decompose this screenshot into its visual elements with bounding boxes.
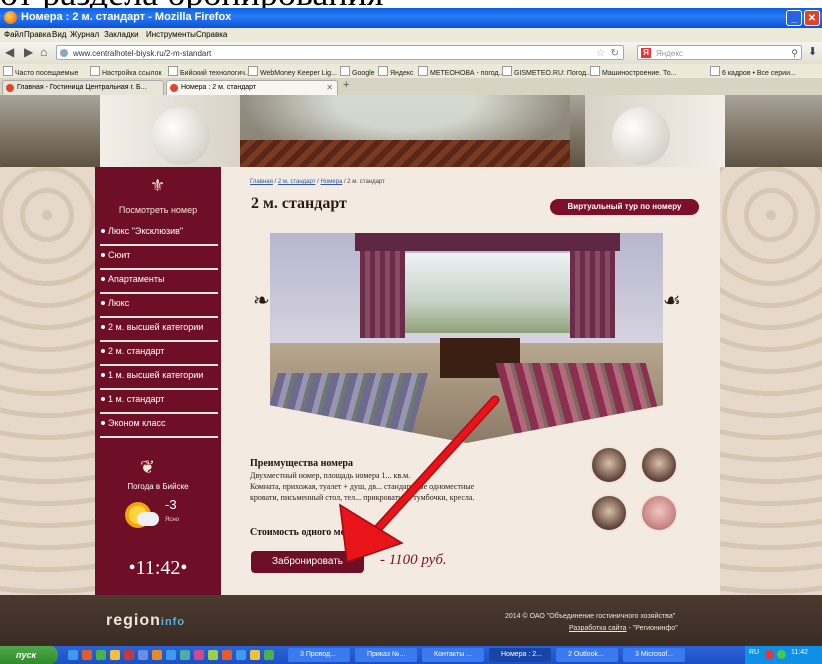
bookmark-item[interactable]: Google bbox=[340, 66, 375, 77]
taskbar: пуск 3 Провод... Приказ №... Контакты ..… bbox=[0, 646, 822, 664]
folder-icon bbox=[590, 66, 600, 76]
menu-history[interactable]: Журнал bbox=[70, 30, 99, 39]
menu-bar: Файл Правка Вид Журнал Закладки Инструме… bbox=[0, 28, 822, 42]
quicklaunch-icon[interactable] bbox=[236, 650, 246, 660]
bookmark-item[interactable]: 6 кадров • Все серии... bbox=[710, 66, 796, 77]
start-button[interactable]: пуск bbox=[0, 646, 58, 664]
address-bar[interactable]: www.centralhotel-biysk.ru/2-m-standart ☆… bbox=[56, 45, 624, 60]
quicklaunch-icon[interactable] bbox=[124, 650, 134, 660]
folder-icon bbox=[90, 66, 100, 76]
firefox-icon bbox=[4, 11, 17, 24]
quicklaunch-icon[interactable] bbox=[194, 650, 204, 660]
menu-edit[interactable]: Правка bbox=[24, 30, 51, 39]
web-page: ⚜ Посмотреть номер Люкс "Эксклюзив" Сюит… bbox=[0, 95, 822, 646]
taskbar-button[interactable]: Номера : 2... bbox=[489, 648, 551, 662]
page-icon bbox=[248, 66, 258, 76]
folder-icon bbox=[710, 66, 720, 76]
window-title: Номера : 2 м. стандарт - Mozilla Firefox bbox=[21, 11, 232, 23]
tray-icon[interactable] bbox=[765, 650, 774, 659]
yandex-icon: Я bbox=[641, 48, 651, 58]
developer-credit: Разработка сайта - "Регионинфо" bbox=[569, 625, 678, 632]
quicklaunch-icon[interactable] bbox=[68, 650, 78, 660]
menu-tools[interactable]: Инструменты bbox=[146, 30, 196, 39]
page-icon bbox=[502, 66, 512, 76]
page-icon bbox=[418, 66, 428, 76]
bookmarks-toolbar: Часто посещаемые Настройка ссылок Бийски… bbox=[0, 64, 822, 78]
quicklaunch-icon[interactable] bbox=[264, 650, 274, 660]
quicklaunch-icon[interactable] bbox=[250, 650, 260, 660]
bookmark-item[interactable]: МЕТЕОНОВА - погод... bbox=[418, 66, 504, 77]
taskbar-button[interactable]: 3 Microsof... bbox=[623, 648, 685, 662]
bookmark-item[interactable]: Настройка ссылок bbox=[90, 66, 162, 77]
copyright: 2014 © ОАО "Объединение гостиничного хоз… bbox=[505, 613, 676, 620]
bookmark-item[interactable]: WebMoney Keeper Lig... bbox=[248, 66, 337, 77]
new-tab-icon[interactable]: + bbox=[343, 79, 349, 91]
red-arrow-annotation bbox=[339, 395, 500, 564]
bookmark-item[interactable]: Часто посещаемые bbox=[3, 66, 78, 77]
site-footer: regioninfo 2014 © ОАО "Объединение гости… bbox=[0, 595, 822, 646]
menu-view[interactable]: Вид bbox=[52, 30, 66, 39]
menu-bookmarks[interactable]: Закладки bbox=[104, 30, 139, 39]
bookmark-item[interactable]: Яндекс bbox=[378, 66, 414, 77]
page-icon bbox=[168, 66, 178, 76]
developer-link[interactable]: Разработка сайта bbox=[569, 625, 627, 632]
back-icon[interactable]: ◀ bbox=[5, 45, 14, 59]
window-title-bar[interactable]: Номера : 2 м. стандарт - Mozilla Firefox… bbox=[0, 8, 822, 28]
quicklaunch-icon[interactable] bbox=[152, 650, 162, 660]
navigation-toolbar: ◀ ▶ ⌂ www.centralhotel-biysk.ru/2-m-stan… bbox=[0, 42, 822, 65]
quicklaunch-icon[interactable] bbox=[138, 650, 148, 660]
language-indicator[interactable]: RU bbox=[749, 649, 759, 656]
quicklaunch-icon[interactable] bbox=[110, 650, 120, 660]
tab-main[interactable]: Главная - Гостиница Центральная г. Б... bbox=[2, 80, 164, 95]
yandex-icon bbox=[378, 66, 388, 76]
quicklaunch-icon[interactable] bbox=[208, 650, 218, 660]
search-icon[interactable]: ⚲ bbox=[791, 46, 798, 61]
reload-icon[interactable]: ↻ bbox=[611, 46, 619, 61]
google-icon bbox=[340, 66, 350, 76]
quicklaunch-icon[interactable] bbox=[166, 650, 176, 660]
taskbar-button[interactable]: 3 Провод... bbox=[288, 648, 350, 662]
tab-close-icon[interactable]: ✕ bbox=[326, 81, 333, 95]
quicklaunch-icon[interactable] bbox=[96, 650, 106, 660]
regioninfo-logo[interactable]: regioninfo bbox=[106, 612, 185, 630]
cropped-heading-remnant: от раздела бронирования bbox=[0, 0, 822, 8]
menu-help[interactable]: Справка bbox=[196, 30, 227, 39]
bookmark-star-icon[interactable]: ☆ bbox=[596, 46, 605, 61]
download-icon[interactable]: ⬇ bbox=[808, 45, 817, 58]
quicklaunch-icon[interactable] bbox=[82, 650, 92, 660]
tab-favicon bbox=[6, 84, 14, 92]
taskbar-button[interactable]: Контакты ... bbox=[422, 648, 484, 662]
search-box[interactable]: Я Яндекс ⚲ bbox=[637, 45, 802, 60]
url-text: www.centralhotel-biysk.ru/2-m-standart bbox=[73, 49, 212, 58]
folder-icon bbox=[3, 66, 13, 76]
system-tray: RU 11:42 bbox=[745, 646, 822, 664]
bookmark-item[interactable]: Машиностроение. То... bbox=[590, 66, 677, 77]
quicklaunch-icon[interactable] bbox=[222, 650, 232, 660]
taskbar-button[interactable]: 2 Outlook... bbox=[556, 648, 618, 662]
menu-file[interactable]: Файл bbox=[4, 30, 24, 39]
bookmark-item[interactable]: Бийский технологич... bbox=[168, 66, 251, 77]
tab-rooms[interactable]: Номера : 2 м. стандарт ✕ bbox=[166, 80, 338, 95]
taskbar-button[interactable]: Приказ №... bbox=[355, 648, 417, 662]
bookmark-item[interactable]: GISMETEO.RU: Погод... bbox=[502, 66, 592, 77]
tab-favicon bbox=[170, 84, 178, 92]
close-button[interactable]: ✕ bbox=[804, 10, 820, 26]
forward-icon[interactable]: ▶ bbox=[24, 45, 33, 59]
tray-icon[interactable] bbox=[777, 650, 786, 659]
search-placeholder: Яндекс bbox=[656, 49, 683, 58]
minimize-button[interactable]: _ bbox=[786, 10, 802, 26]
tab-strip: Главная - Гостиница Центральная г. Б... … bbox=[0, 78, 822, 96]
tray-clock: 11:42 bbox=[791, 649, 808, 656]
site-icon bbox=[60, 49, 68, 57]
quicklaunch-icon[interactable] bbox=[180, 650, 190, 660]
home-icon[interactable]: ⌂ bbox=[40, 45, 47, 59]
